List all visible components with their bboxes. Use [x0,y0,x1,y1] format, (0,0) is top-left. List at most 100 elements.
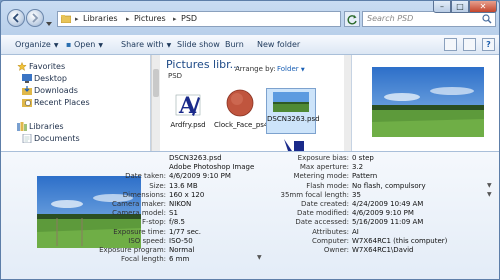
detail-value[interactable]: 0 step [352,154,374,163]
nav-recent-places[interactable]: Recent Places [34,98,90,107]
recent-icon [22,99,32,107]
nav-libraries[interactable]: Libraries [29,122,64,131]
close-button[interactable]: ✕ [469,1,497,13]
history-dropdown[interactable] [45,13,53,26]
detail-label: Date created: [301,200,349,208]
arrange-by-label: Arrange by: [235,65,276,73]
help-icon[interactable]: ? [482,38,495,51]
maximize-button[interactable]: □ [451,1,469,13]
file-name-label: Ardfry.psd [170,121,206,129]
detail-value[interactable]: 5/16/2009 11:09 AM [352,218,423,227]
detail-label: Date taken: [125,172,166,181]
detail-value[interactable]: f/8.5 [169,218,185,227]
detail-value[interactable]: 35 [352,191,361,200]
file-item-dscn3263[interactable]: DSCN3263.psd [266,88,320,134]
chevron-down-icon[interactable]: ▼ [487,191,492,198]
library-subtitle: PSD [168,72,183,80]
scrollbar-thumb[interactable] [153,69,159,97]
detail-label: Camera maker: [111,200,166,208]
open-icon: ▪ [66,40,72,49]
breadcrumb-libraries[interactable]: Libraries [83,12,118,26]
nav-scrollbar[interactable] [151,55,160,151]
detail-value[interactable]: Pattern [352,172,377,181]
chevron-down-icon[interactable]: ▼ [487,182,492,189]
preview-pane-icon[interactable] [463,38,476,51]
nav-documents[interactable]: Documents [34,134,80,143]
organize-label: Organize [15,40,51,49]
detail-label: ISO speed: [128,236,166,245]
content-scrollbar[interactable] [344,55,351,151]
open-label: Open [73,40,96,49]
detail-file-type: Adobe Photoshop Image [169,163,255,172]
crumb-separator: ▸ [75,15,79,23]
detail-value[interactable]: ISO-50 [169,237,193,246]
nav-downloads[interactable]: Downloads [34,86,78,95]
arrange-by-dropdown[interactable]: Folder ▼ [277,65,305,73]
nav-desktop[interactable]: Desktop [34,74,67,83]
detail-label: 35mm focal length: [280,190,350,199]
detail-value[interactable]: S1 [169,209,178,218]
crumb-separator: ▸ [173,15,177,23]
file-item-ardfry[interactable]: A Ardfry.psd [166,87,210,145]
detail-value[interactable]: NIKON [169,200,191,209]
chevron-down-icon: ▼ [300,67,305,73]
detail-value[interactable]: 4/6/2009 9:10 PM [169,172,231,181]
breadcrumb-psd[interactable]: PSD [181,12,197,26]
detail-label: Size: [149,181,166,190]
chevron-down-icon[interactable]: ▼ [257,254,262,261]
document-icon [22,134,32,143]
detail-value[interactable]: W7X64RC1\David [352,246,414,255]
breadcrumb-pictures[interactable]: Pictures [134,12,166,26]
forward-button[interactable] [26,9,44,27]
new-folder-button[interactable]: New folder [257,40,300,49]
detail-value[interactable]: Normal [169,246,194,255]
detail-label: Camera model: [112,209,166,218]
slide-show-button[interactable]: Slide show [177,40,220,49]
preview-pane [351,55,499,151]
chevron-down-icon: ▼ [98,42,103,49]
address-bar[interactable]: ▸ Libraries ▸ Pictures ▸ PSD [57,11,395,27]
back-arrow-icon [12,13,19,23]
download-icon [22,86,32,95]
detail-label: Exposure bias: [297,154,349,162]
detail-value[interactable]: W7X64RC1 (this computer) [352,237,447,246]
burn-button[interactable]: Burn [225,40,244,49]
detail-label: Date accessed: [295,218,349,227]
detail-value[interactable]: 3.2 [352,163,363,172]
detail-label: Exposure time: [113,227,166,236]
refresh-button[interactable] [344,11,360,27]
share-with-button[interactable]: Share with ▼ [121,40,171,49]
partial-file-icon [284,139,304,151]
photoshop-file-icon [226,89,254,117]
detail-label: Date modified: [297,209,349,218]
detail-value[interactable]: 6 mm [169,255,189,264]
detail-value[interactable]: AI [352,228,359,237]
detail-value[interactable]: 4/24/2009 10:49 AM [352,200,423,209]
view-controls: ? [444,38,495,51]
open-button[interactable]: ▪ Open ▼ [66,40,103,49]
detail-value[interactable]: 4/6/2009 9:10 PM [352,209,414,218]
chevron-down-icon [46,22,52,26]
back-button[interactable] [7,9,25,27]
view-icon[interactable] [444,38,457,51]
minimize-button[interactable]: – [433,1,451,13]
address-row: ▸ Libraries ▸ Pictures ▸ PSD Search PSD … [1,1,499,35]
folder-icon [61,15,71,23]
library-icon [17,122,27,131]
detail-value[interactable]: 13.6 MB [169,182,198,191]
refresh-icon [347,15,357,25]
nav-favorites[interactable]: Favorites [29,62,65,71]
photo-thumbnail [273,92,309,112]
search-icon [482,14,492,24]
detail-value[interactable]: 160 x 120 [169,191,204,200]
organize-button[interactable]: Organize ▼ [15,40,58,49]
detail-value[interactable]: 1/77 sec. [169,228,201,237]
star-icon [17,62,27,71]
detail-label: F-stop: [141,218,166,227]
details-pane: DSCN3263.psd Adobe Photoshop Image Date ta… [1,151,499,279]
photoshop-file-icon: A [175,93,201,117]
desktop-icon [22,74,32,83]
file-list-pane: Pictures libr... PSD Arrange by: Folder … [160,55,350,151]
detail-value[interactable]: No flash, compulsory [352,182,426,191]
file-item-clock-face[interactable]: Clock_Face_ps4.PSD [214,87,285,145]
